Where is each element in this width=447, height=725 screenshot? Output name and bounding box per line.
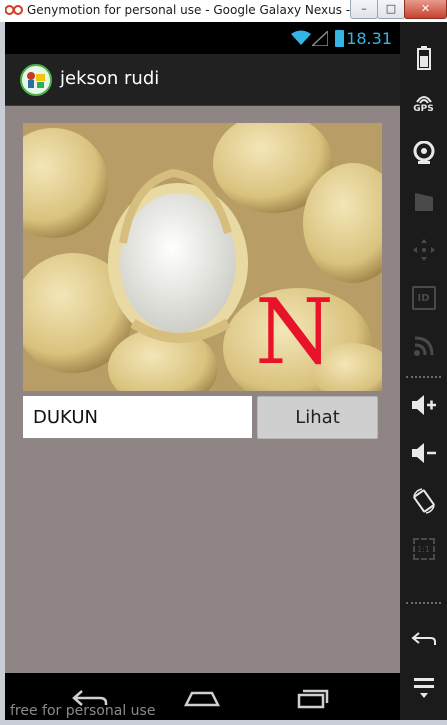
toolbar-id-button[interactable]: ID (400, 278, 447, 318)
close-button[interactable]: ✕ (404, 0, 447, 19)
duku-fruit-photo: N (23, 123, 382, 391)
fruit-image: N (23, 123, 382, 391)
volume-up-icon (411, 395, 436, 415)
action-bar: jekson rudi (5, 54, 400, 106)
window-frame-bottom (0, 720, 447, 725)
nav-home-button[interactable] (172, 683, 232, 713)
toolbar-volume-down-button[interactable] (400, 433, 447, 473)
watermark-text: free for personal use (10, 703, 156, 719)
toolbar-webcam-button[interactable] (400, 133, 447, 173)
status-time: 18.31 (346, 29, 392, 48)
battery-icon (335, 30, 344, 47)
minimize-button[interactable]: – (350, 0, 378, 19)
gps-label: GPS (413, 104, 434, 114)
dpad-icon (412, 239, 435, 261)
scale-icon: 1:1 (412, 538, 435, 560)
maximize-button[interactable]: □ (377, 0, 405, 19)
toolbar-back-button[interactable] (400, 619, 447, 659)
minimize-icon: – (361, 2, 367, 15)
video-icon (414, 193, 433, 211)
close-icon: ✕ (420, 2, 431, 15)
home-icon (183, 691, 221, 707)
toolbar-scale-button[interactable]: 1:1 (400, 529, 447, 569)
toolbar-video-button[interactable] (400, 182, 447, 222)
signal-icon (312, 31, 328, 46)
toolbar-menu-button[interactable] (400, 667, 447, 707)
id-label: ID (417, 292, 430, 304)
webcam-icon (413, 141, 434, 164)
battery-icon (416, 46, 431, 70)
app-title: jekson rudi (60, 68, 160, 89)
fruit-name-input[interactable] (23, 396, 252, 438)
toolbar-separator (406, 602, 441, 604)
lihat-button[interactable]: Lihat (257, 396, 378, 439)
genymotion-logo-icon (5, 5, 23, 15)
menu-icon (413, 678, 434, 698)
toolbar-dpad-button[interactable] (400, 230, 447, 270)
wifi-icon (291, 30, 311, 45)
window-title-bar: Genymotion for personal use - Google Gal… (0, 0, 447, 22)
rotate-icon (412, 488, 435, 514)
toolbar-rotate-button[interactable] (400, 481, 447, 521)
recents-icon (297, 689, 329, 709)
fruit-image-letter: N (255, 280, 334, 385)
id-icon: ID (411, 286, 436, 310)
toolbar-separator (406, 376, 441, 378)
rss-icon (413, 336, 433, 356)
toolbar-battery-button[interactable] (400, 38, 447, 78)
maximize-icon: □ (385, 2, 397, 15)
nav-recents-button[interactable] (283, 683, 343, 713)
window-title: Genymotion for personal use - Google Gal… (27, 3, 389, 17)
scale-label: 1:1 (417, 544, 430, 554)
toolbar-gps-button[interactable]: GPS (400, 84, 447, 124)
toolbar-volume-up-button[interactable] (400, 385, 447, 425)
app-logo-art (27, 72, 45, 88)
status-bar: 18.31 (5, 22, 400, 54)
toolbar-rss-button[interactable] (400, 326, 447, 366)
genymotion-toolbar: GPS ID 1:1 (400, 22, 447, 720)
gps-icon (415, 96, 432, 104)
volume-down-icon (411, 443, 436, 463)
back-icon (410, 632, 436, 645)
app-logo-icon[interactable] (20, 64, 52, 96)
